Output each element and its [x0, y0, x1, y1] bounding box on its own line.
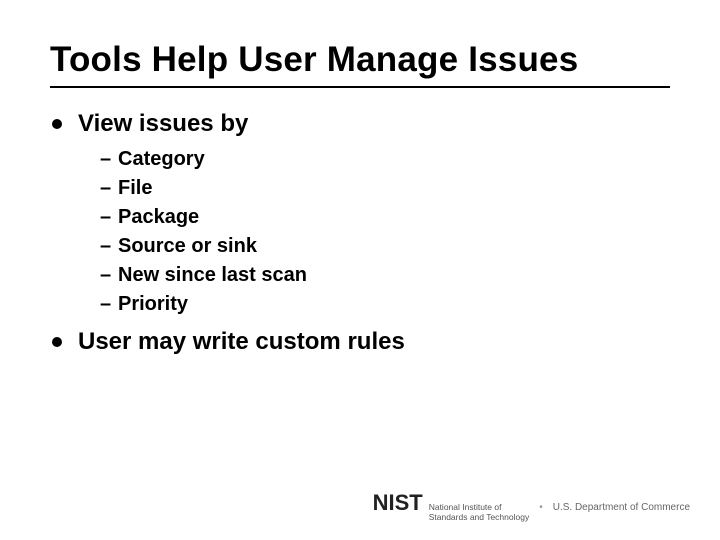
- sub-item-text: Source or sink: [118, 235, 257, 257]
- sub-item: –Priority: [100, 291, 670, 318]
- sub-list: –Category –File –Package –Source or sink…: [78, 146, 670, 318]
- bullet-text: User may write custom rules: [78, 328, 405, 355]
- sub-item: –Package: [100, 204, 670, 231]
- nist-logo-subtext: National Institute of Standards and Tech…: [429, 503, 530, 522]
- slide-title: Tools Help User Manage Issues: [50, 40, 670, 80]
- sub-item-text: Category: [118, 148, 205, 170]
- sub-item-text: New since last scan: [118, 264, 307, 286]
- sub-item: –New since last scan: [100, 262, 670, 289]
- bullet-item: User may write custom rules: [50, 328, 670, 356]
- nist-logo-mark: NIST: [373, 490, 423, 515]
- bullet-list: View issues by –Category –File –Package …: [50, 110, 670, 356]
- title-rule: [50, 86, 670, 88]
- sub-item: –File: [100, 175, 670, 202]
- bullet-item: View issues by –Category –File –Package …: [50, 110, 670, 318]
- slide: Tools Help User Manage Issues View issue…: [0, 0, 720, 540]
- sub-item-text: Priority: [118, 293, 188, 315]
- sub-item-text: File: [118, 177, 152, 199]
- sub-item: –Category: [100, 146, 670, 173]
- sub-item: –Source or sink: [100, 233, 670, 260]
- nist-logo: NIST National Institute of Standards and…: [373, 492, 530, 522]
- sub-item-text: Package: [118, 206, 199, 228]
- footer-separator: •: [539, 502, 543, 513]
- footer-dept: U.S. Department of Commerce: [553, 502, 690, 513]
- bullet-text: View issues by: [78, 110, 248, 137]
- footer: NIST National Institute of Standards and…: [373, 492, 690, 522]
